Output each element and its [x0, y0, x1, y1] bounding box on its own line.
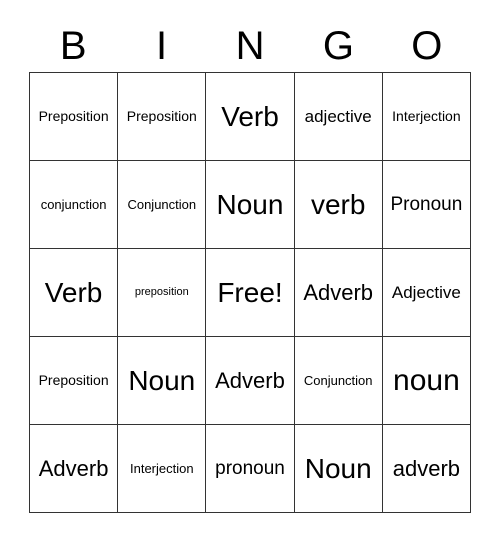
bingo-cell-label: Noun — [216, 188, 284, 220]
bingo-cell-label: Interjection — [129, 460, 194, 476]
bingo-cell-r4c5[interactable]: noun — [382, 337, 471, 425]
bingo-header-letter-i: I — [156, 24, 168, 68]
bingo-cell-r1c1[interactable]: Preposition — [30, 73, 119, 161]
bingo-cell-r3c2[interactable]: preposition — [118, 249, 207, 337]
bingo-header-letter-n: N — [235, 24, 265, 68]
bingo-header-letter-g: G — [322, 24, 354, 68]
bingo-cell-r3c4[interactable]: Adverb — [294, 249, 383, 337]
bingo-cell-free-space[interactable]: Free! — [206, 249, 295, 337]
bingo-cell-label: Adjective — [391, 282, 461, 302]
bingo-cell-label: adjective — [304, 106, 372, 126]
bingo-cell-r2c2[interactable]: Conjunction — [118, 161, 207, 249]
bingo-cell-label: Verb — [44, 276, 103, 308]
bingo-cell-label: Noun — [128, 364, 196, 396]
bingo-card: B I N G O Preposition Preposition Verb a… — [0, 0, 500, 544]
bingo-cell-r2c1[interactable]: conjunction — [30, 161, 119, 249]
bingo-cell-r2c3[interactable]: Noun — [206, 161, 295, 249]
bingo-cell-label: Interjection — [392, 108, 461, 125]
bingo-cell-label: preposition — [134, 285, 189, 298]
bingo-header-letter-o: O — [411, 24, 443, 68]
bingo-header-row: B I N G O — [29, 18, 471, 68]
bingo-cell-r4c4[interactable]: Conjunction — [294, 337, 383, 425]
bingo-cell-r3c5[interactable]: Adjective — [382, 249, 471, 337]
bingo-cell-r4c1[interactable]: Preposition — [30, 337, 119, 425]
bingo-cell-r4c2[interactable]: Noun — [118, 337, 207, 425]
bingo-cell-r5c2[interactable]: Interjection — [118, 425, 207, 513]
bingo-cell-label: Adverb — [38, 455, 109, 481]
bingo-cell-label: adverb — [392, 455, 461, 481]
bingo-cell-r3c1[interactable]: Verb — [30, 249, 119, 337]
bingo-header-letter-b: B — [59, 24, 87, 68]
bingo-cell-r1c2[interactable]: Preposition — [118, 73, 207, 161]
bingo-cell-label: Preposition — [38, 108, 109, 125]
bingo-cell-r1c5[interactable]: Interjection — [382, 73, 471, 161]
bingo-cell-label: verb — [310, 188, 366, 220]
bingo-cell-r1c4[interactable]: adjective — [294, 73, 383, 161]
bingo-cell-r4c3[interactable]: Adverb — [206, 337, 295, 425]
bingo-cell-label: pronoun — [215, 457, 285, 479]
bingo-cell-r5c3[interactable]: pronoun — [206, 425, 295, 513]
bingo-cell-label: Adverb — [215, 367, 285, 393]
bingo-grid: Preposition Preposition Verb adjective I… — [29, 72, 471, 513]
bingo-cell-r2c4[interactable]: verb — [294, 161, 383, 249]
bingo-cell-r1c3[interactable]: Verb — [206, 73, 295, 161]
bingo-cell-r2c5[interactable]: Pronoun — [382, 161, 471, 249]
bingo-cell-label: conjunction — [40, 196, 107, 212]
bingo-cell-label: Adverb — [303, 279, 374, 305]
bingo-cell-label: Preposition — [38, 372, 109, 389]
bingo-cell-label: Conjunction — [127, 196, 197, 212]
bingo-cell-r5c5[interactable]: adverb — [382, 425, 471, 513]
bingo-cell-label: noun — [393, 363, 460, 397]
bingo-free-space-label: Free! — [217, 276, 283, 308]
bingo-cell-label: Preposition — [126, 108, 197, 125]
bingo-cell-r5c4[interactable]: Noun — [294, 425, 383, 513]
bingo-cell-label: Pronoun — [390, 193, 463, 215]
bingo-cell-r5c1[interactable]: Adverb — [30, 425, 119, 513]
bingo-cell-label: Noun — [304, 452, 372, 484]
bingo-cell-label: Verb — [221, 100, 279, 132]
bingo-cell-label: Conjunction — [303, 372, 373, 388]
